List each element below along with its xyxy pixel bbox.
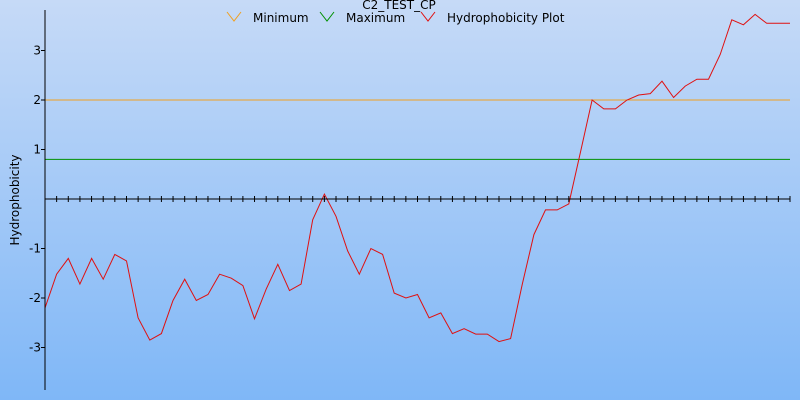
y-tick-label: 3 <box>33 44 41 58</box>
legend-label-hydrophobicity-plot: Hydrophobicity Plot <box>447 11 565 25</box>
y-tick-label: -2 <box>29 291 41 305</box>
legend-label-maximum: Maximum <box>346 11 405 25</box>
y-tick-label: -3 <box>29 341 41 355</box>
chart-background <box>0 0 800 400</box>
y-axis-label: Hydrophobicity <box>8 154 22 245</box>
chart-title: C2_TEST_CP <box>362 0 436 12</box>
legend-label-minimum: Minimum <box>253 11 309 25</box>
chart-canvas: -3 -2 -1 1 2 3 Minimum Maximum Hydrophobicity P… <box>0 0 800 400</box>
hydrophobicity-chart: -3 -2 -1 1 2 3 Minimum Maximum Hydrophobicity P… <box>0 0 800 400</box>
y-tick-label: -1 <box>29 242 41 256</box>
y-tick-label: 1 <box>33 143 41 157</box>
y-tick-label: 2 <box>33 93 41 107</box>
